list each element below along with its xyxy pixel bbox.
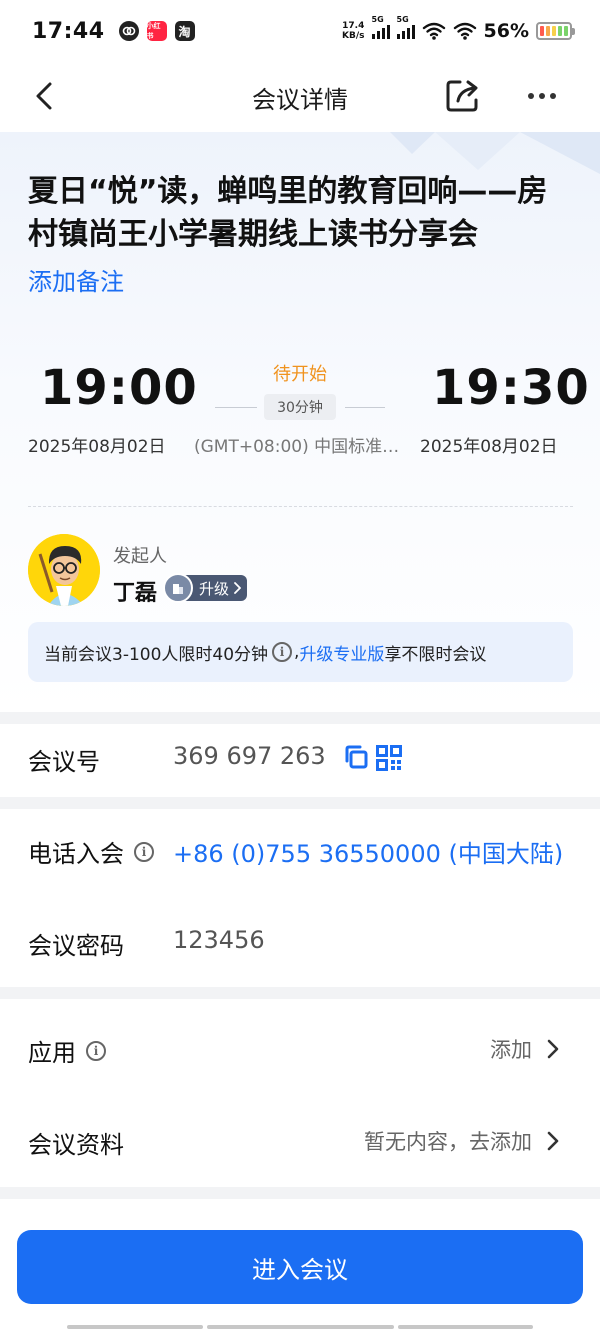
phone-label: 电话入会 i [28, 834, 154, 869]
section-separator [0, 1187, 600, 1199]
organizer-label: 发起人 [113, 546, 167, 567]
upgrade-badge[interactable]: 升级 [163, 573, 248, 603]
status-bar: 17:44 小红书 淘 17.4 KB/s 5G 5G 56% [0, 0, 600, 62]
status-indicators: 17.4 KB/s 5G 5G 56% [342, 15, 575, 42]
dot [539, 93, 545, 99]
password-label: 会议密码 [28, 932, 124, 960]
signal-icon: 5G [396, 15, 415, 39]
nav-bar: 会议详情 [0, 62, 600, 132]
materials-add-action[interactable]: 暂无内容，去添加 [364, 1126, 560, 1156]
end-time: 19:30 [432, 360, 590, 416]
avatar[interactable] [28, 534, 100, 606]
xiaohongshu-icon: 小红书 [146, 21, 167, 41]
taobao-icon: 淘 [174, 21, 195, 41]
info-icon[interactable]: i [86, 1040, 106, 1061]
status-time: 17:44 [32, 18, 105, 44]
join-meeting-button[interactable]: 进入会议 [17, 1230, 583, 1304]
dot [550, 93, 556, 99]
apps-label: 应用 i [28, 1033, 106, 1068]
share-icon [446, 80, 478, 112]
section-separator [0, 797, 600, 809]
net-speed: 17.4 KB/s [342, 21, 365, 41]
copy-icon[interactable] [343, 744, 369, 770]
home-indicator [398, 1325, 533, 1329]
app-notification-icon [118, 21, 139, 41]
apps-add-action[interactable]: 添加 [490, 1034, 560, 1064]
home-indicator[interactable] [207, 1325, 394, 1329]
wifi-icon [422, 22, 445, 40]
divider [215, 407, 257, 408]
chevron-left-icon [36, 82, 52, 110]
page-title: 会议详情 [252, 85, 348, 114]
timezone: (GMT+08:00) 中国标准时间 - 北京 [194, 437, 406, 457]
add-note-link[interactable]: 添加备注 [28, 262, 124, 297]
duration-badge: 30分钟 [264, 394, 336, 420]
end-date: 2025年08月02日 [420, 437, 558, 457]
signal-icon: 5G [371, 15, 390, 39]
chevron-right-icon [547, 1039, 559, 1059]
meeting-header: 夏日“悦”读，蝉鸣里的教育回响——房村镇尚王小学暑期线上读书分享会 添加备注 1… [0, 132, 600, 712]
info-icon[interactable]: i [134, 841, 154, 862]
back-button[interactable] [24, 76, 64, 116]
divider [28, 506, 573, 507]
start-date: 2025年08月02日 [28, 437, 166, 457]
chevron-right-icon [547, 1131, 559, 1151]
chevron-right-icon [234, 582, 242, 594]
meeting-title: 夏日“悦”读，蝉鸣里的教育回响——房村镇尚王小学暑期线上读书分享会 [28, 174, 548, 252]
materials-label: 会议资料 [28, 1131, 124, 1159]
upgrade-pro-link[interactable]: 升级专业版 [299, 640, 384, 665]
info-icon[interactable]: i [272, 642, 293, 662]
phone-number-link[interactable]: +86 (0)755 36550000 (中国大陆) [173, 834, 563, 869]
meeting-id-label: 会议号 [28, 748, 100, 776]
building-icon [163, 573, 193, 603]
upgrade-label[interactable]: 升级 [185, 575, 248, 601]
section-separator [0, 712, 600, 724]
divider [345, 407, 385, 408]
home-indicator [67, 1325, 203, 1329]
upgrade-notice: 当前会议3-100人限时40分钟 i , 升级专业版 享不限时会议 [28, 622, 573, 682]
qr-code-icon[interactable] [376, 745, 402, 771]
dot [528, 93, 534, 99]
organizer-name: 丁磊 [113, 581, 158, 606]
meeting-id-value: 369 697 263 [173, 742, 326, 770]
section-separator [0, 987, 600, 999]
start-time: 19:00 [40, 360, 198, 416]
password-value: 123456 [173, 926, 265, 954]
status-app-icons: 小红书 淘 [118, 21, 195, 41]
battery-icon [536, 22, 575, 40]
more-button[interactable] [520, 74, 564, 118]
battery-percent: 56% [483, 20, 529, 42]
share-button[interactable] [440, 74, 484, 118]
meeting-status: 待开始 [273, 364, 327, 385]
wifi-icon [453, 22, 476, 40]
